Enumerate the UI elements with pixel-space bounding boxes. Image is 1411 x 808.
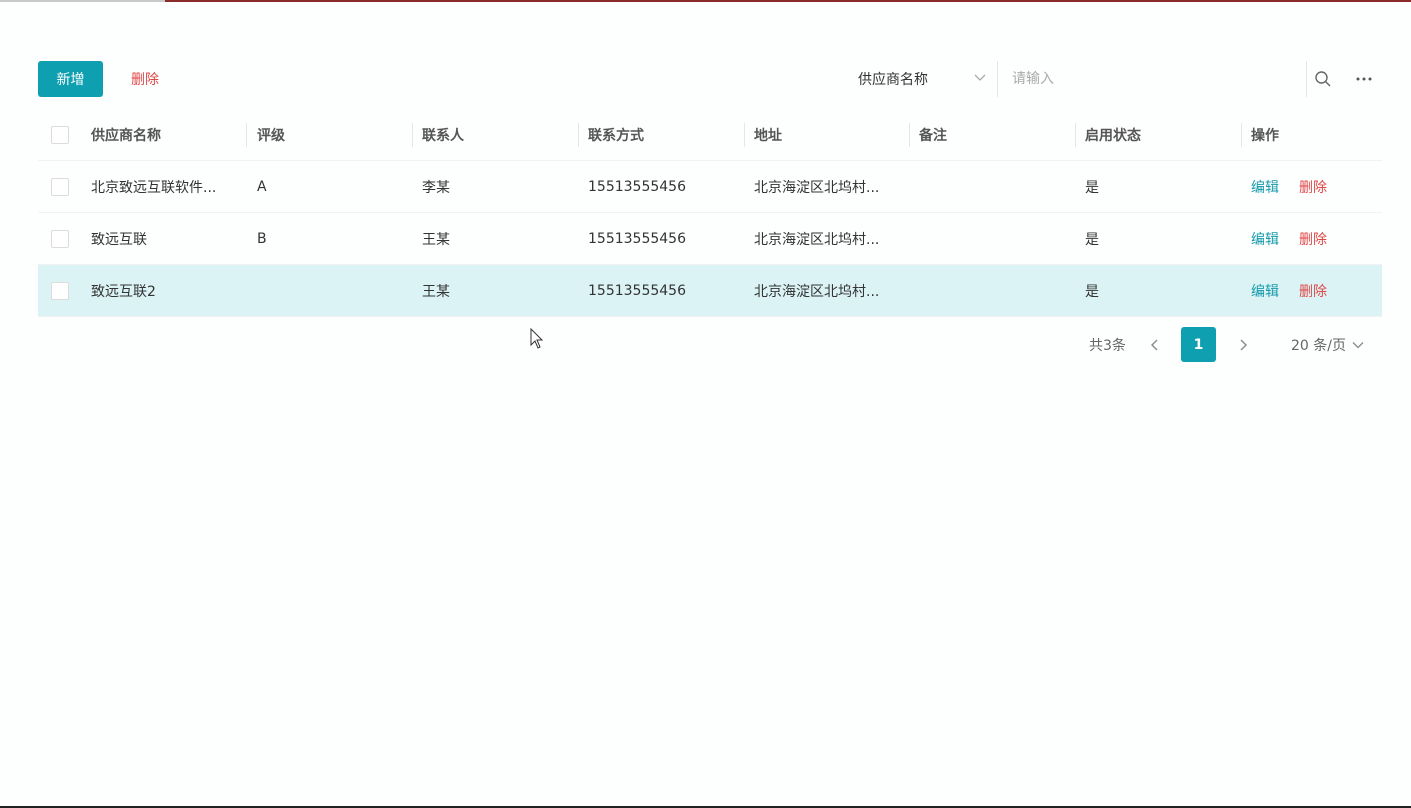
add-button[interactable]: 新增 <box>38 61 103 97</box>
edit-link[interactable]: 编辑 <box>1251 177 1279 197</box>
cell-grade <box>248 265 413 316</box>
cell-contact: 王某 <box>422 231 450 248</box>
table-header: 供应商名称 评级 联系人 联系方式 地址 备注 启用状态 操作 <box>38 109 1382 161</box>
cell-phone: 15513555456 <box>588 230 686 247</box>
supplier-table: 供应商名称 评级 联系人 联系方式 地址 备注 启用状态 操作 北京致远互联软件… <box>38 109 1382 317</box>
cell-address: 北京海淀区北坞村... <box>754 179 880 196</box>
pagination-total: 共3条 <box>1089 337 1126 354</box>
table-row[interactable]: 致远互联 B 王某 15513555456 北京海淀区北坞村... 是 编辑 删… <box>38 213 1382 265</box>
column-header-note[interactable]: 备注 <box>910 109 1075 160</box>
cell-status: 是 <box>1085 179 1099 196</box>
edit-link[interactable]: 编辑 <box>1251 229 1279 249</box>
edit-link[interactable]: 编辑 <box>1251 281 1279 301</box>
cell-address: 北京海淀区北坞村... <box>754 231 880 248</box>
pagination-prev-button[interactable] <box>1145 327 1165 362</box>
cell-address: 北京海淀区北坞村... <box>754 283 880 300</box>
search-field-select[interactable]: 供应商名称 <box>846 61 998 97</box>
cell-grade: B <box>257 230 267 247</box>
cell-contact: 李某 <box>422 179 450 196</box>
cell-status: 是 <box>1085 283 1099 300</box>
column-header-contact[interactable]: 联系人 <box>413 109 578 160</box>
pagination-page-current[interactable]: 1 <box>1181 327 1216 362</box>
row-checkbox[interactable] <box>51 178 69 196</box>
search-icon <box>1315 71 1331 87</box>
delete-link[interactable]: 删除 <box>1299 177 1327 197</box>
search-field-label: 供应商名称 <box>858 72 928 88</box>
column-header-name[interactable]: 供应商名称 <box>82 109 247 160</box>
more-icon <box>1356 77 1372 81</box>
cell-phone: 15513555456 <box>588 178 686 195</box>
page-size-select[interactable]: 20 条/页 <box>1291 327 1364 362</box>
mouse-cursor-icon <box>530 328 544 349</box>
chevron-down-icon <box>974 74 986 81</box>
cell-note <box>910 161 1075 212</box>
cell-status: 是 <box>1085 231 1099 248</box>
column-header-actions: 操作 <box>1251 127 1279 144</box>
column-divider[interactable] <box>246 123 247 147</box>
row-checkbox[interactable] <box>51 282 69 300</box>
delete-link[interactable]: 删除 <box>1299 281 1327 301</box>
column-header-grade[interactable]: 评级 <box>248 109 413 160</box>
cell-contact: 王某 <box>422 283 450 300</box>
search-input[interactable] <box>999 61 1307 97</box>
cell-name: 北京致远互联软件... <box>91 179 217 196</box>
search-button[interactable] <box>1309 61 1337 97</box>
cell-actions: 编辑 删除 <box>1242 265 1382 316</box>
table-row-hovered[interactable]: 致远互联2 王某 15513555456 北京海淀区北坞村... 是 编辑 删除 <box>38 265 1382 317</box>
chevron-left-icon <box>1151 339 1158 350</box>
page-size-label: 20 条/页 <box>1291 337 1346 354</box>
cell-name: 致远互联 <box>91 231 147 248</box>
chevron-right-icon <box>1240 339 1247 350</box>
cell-actions: 编辑 删除 <box>1242 213 1382 264</box>
cell-grade: A <box>257 178 267 195</box>
cell-name: 致远互联2 <box>91 283 156 300</box>
column-header-address[interactable]: 地址 <box>745 109 910 160</box>
chevron-down-icon <box>1352 341 1364 348</box>
delete-link[interactable]: 删除 <box>1299 229 1327 249</box>
loading-progress <box>0 0 165 2</box>
pagination-next-button[interactable] <box>1233 327 1253 362</box>
row-checkbox[interactable] <box>51 230 69 248</box>
column-header-status[interactable]: 启用状态 <box>1076 109 1241 160</box>
column-header-phone[interactable]: 联系方式 <box>579 109 744 160</box>
cell-phone: 15513555456 <box>588 282 686 299</box>
toolbar: 新增 删除 供应商名称 <box>38 61 1382 97</box>
batch-delete-button[interactable]: 删除 <box>118 61 172 97</box>
cell-actions: 编辑 删除 <box>1242 161 1382 212</box>
cell-note <box>910 265 1075 316</box>
select-all-checkbox[interactable] <box>51 126 69 144</box>
top-border <box>0 0 1411 2</box>
more-button[interactable] <box>1350 61 1378 97</box>
cell-note <box>910 213 1075 264</box>
table-row[interactable]: 北京致远互联软件... A 李某 15513555456 北京海淀区北坞村...… <box>38 161 1382 213</box>
